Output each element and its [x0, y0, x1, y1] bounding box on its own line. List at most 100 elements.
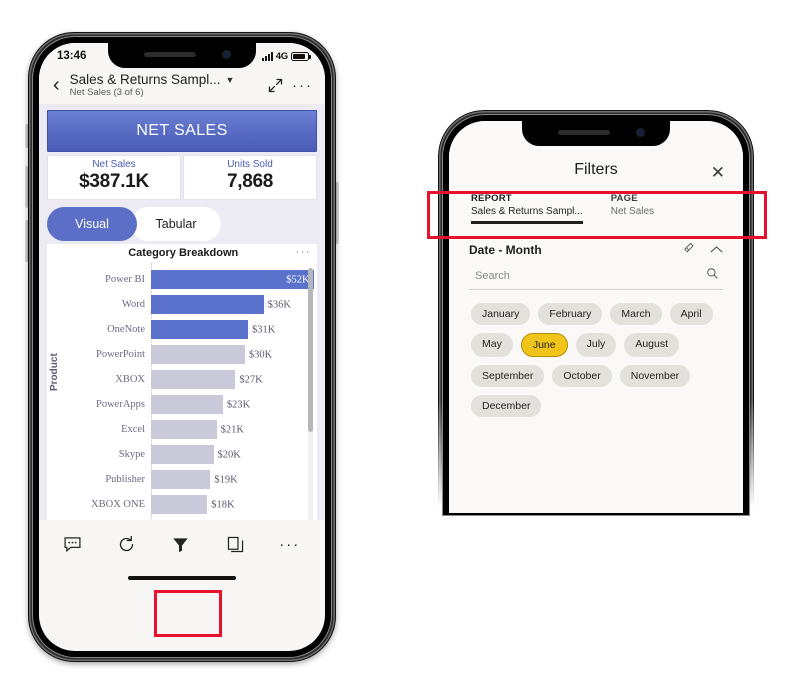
toolbar-more-icon[interactable]: ···	[270, 529, 312, 559]
month-chip[interactable]: May	[471, 333, 513, 358]
bar-category-label: Publisher	[105, 474, 145, 485]
scope-active-underline	[471, 221, 583, 224]
month-chip[interactable]: February	[538, 303, 603, 326]
bar-row[interactable]: XBOX $27K	[63, 367, 317, 392]
month-chip-list: January February March April May June July Augu…	[469, 290, 723, 418]
kpi-row: Net Sales $387.1K Units Sold 7,868	[47, 155, 317, 200]
pages-icon[interactable]	[215, 529, 255, 559]
bar-row[interactable]: Word $36K	[63, 292, 317, 317]
power-button[interactable]	[336, 182, 339, 244]
filter-card-actions	[683, 241, 723, 259]
bar[interactable]: $30K	[151, 345, 272, 364]
earpiece-speaker	[144, 52, 196, 57]
close-icon[interactable]: ✕	[711, 164, 725, 181]
bar-value-label: $20K	[217, 449, 241, 460]
bar-value-label: $30K	[248, 349, 273, 360]
report-more-icon[interactable]: ···	[292, 77, 315, 94]
tab-tabular[interactable]: Tabular	[131, 207, 221, 241]
month-chip[interactable]: August	[624, 333, 680, 358]
month-chip[interactable]: March	[610, 303, 662, 326]
bar-category-label: XBOX ONE	[91, 499, 145, 510]
kpi-card-units-sold[interactable]: Units Sold 7,868	[183, 155, 317, 200]
filter-card-title: Date - Month	[469, 243, 542, 257]
comment-icon[interactable]	[52, 529, 92, 559]
network-label: 4G	[275, 50, 288, 62]
bar-row[interactable]: Power BI $52K	[63, 267, 317, 292]
bar-value-label: $27K	[239, 374, 263, 385]
phone-screen: 13:46 4G ‹ Sales & Returns Sampl... ▼ Ne…	[39, 43, 325, 651]
chevron-up-icon[interactable]	[710, 241, 723, 259]
volume-up-button[interactable]	[25, 166, 28, 208]
tab-visual[interactable]: Visual	[47, 207, 137, 241]
filter-funnel-icon[interactable]	[161, 529, 201, 559]
filters-screen: Filters ✕ REPORT Sales & Returns Sampl..…	[449, 121, 743, 513]
search-input[interactable]: Search	[475, 270, 510, 282]
bar-category-label: Skype	[118, 449, 145, 460]
volume-down-button[interactable]	[25, 220, 28, 262]
bar[interactable]: $21K	[151, 420, 244, 439]
bar-row[interactable]: XBOX ONE $18K	[63, 492, 317, 517]
bar-value-label: $19K	[214, 474, 238, 485]
bar-row[interactable]: Excel $21K	[63, 417, 317, 442]
bar-row[interactable]: OneNote $31K	[63, 317, 317, 342]
scope-tab-report[interactable]: REPORT Sales & Returns Sampl...	[471, 193, 583, 231]
month-chip[interactable]: November	[619, 365, 691, 388]
bar-track: $31K	[151, 317, 317, 342]
earpiece-speaker	[558, 130, 610, 135]
eraser-icon[interactable]	[683, 241, 696, 259]
back-button[interactable]: ‹	[49, 75, 64, 95]
month-chip[interactable]: October	[552, 365, 612, 388]
bar[interactable]: $18K	[151, 495, 235, 514]
bar-category-label: PowerApps	[96, 399, 145, 410]
search-icon[interactable]	[706, 267, 719, 285]
visual-vertical-scrollbar[interactable]	[308, 268, 313, 536]
status-time: 13:46	[57, 50, 87, 62]
bar[interactable]: $23K	[151, 395, 250, 414]
bar-row[interactable]: PowerApps $23K	[63, 392, 317, 417]
bar[interactable]: $36K	[151, 295, 291, 314]
bar-value-label: $36K	[267, 299, 291, 310]
phone-report-view: 13:46 4G ‹ Sales & Returns Sampl... ▼ Ne…	[25, 32, 339, 662]
bar-row[interactable]: Publisher $19K	[63, 467, 317, 492]
bar-row[interactable]: PowerPoint $30K	[63, 342, 317, 367]
bar-track: $21K	[151, 417, 317, 442]
filter-search[interactable]: Search	[469, 267, 723, 290]
bar[interactable]: $52K	[151, 270, 314, 289]
home-indicator	[128, 576, 236, 580]
chevron-down-icon[interactable]: ▼	[226, 75, 235, 85]
report-title-bar: ‹ Sales & Returns Sampl... ▼ Net Sales (…	[39, 69, 325, 104]
bar[interactable]: $31K	[151, 320, 275, 339]
month-chip[interactable]: July	[575, 333, 617, 358]
bar-value-label: $31K	[251, 324, 276, 335]
refresh-icon[interactable]	[107, 529, 147, 559]
month-chip[interactable]: January	[471, 303, 531, 326]
mute-switch[interactable]	[25, 124, 28, 148]
visual-more-icon[interactable]: ···	[296, 247, 312, 258]
report-title-block[interactable]: Sales & Returns Sampl... ▼ Net Sales (3 …	[68, 72, 258, 98]
bar-value-label: $23K	[226, 399, 251, 410]
month-chip[interactable]: September	[471, 365, 545, 388]
bar-row[interactable]: Skype $20K	[63, 442, 317, 467]
signal-bars-icon	[261, 51, 273, 61]
bar-track: $36K	[151, 292, 317, 317]
month-chip[interactable]: April	[669, 303, 713, 326]
month-chip[interactable]: December	[471, 395, 542, 418]
report-page-subtitle: Net Sales (3 of 6)	[69, 87, 144, 98]
visual-title: Category Breakdown	[128, 247, 239, 259]
kpi-label: Units Sold	[227, 159, 273, 170]
bar-category-label: XBOX	[115, 374, 145, 385]
kpi-value: 7,868	[226, 171, 274, 192]
bar[interactable]: $19K	[151, 470, 238, 489]
bar[interactable]: $27K	[151, 370, 263, 389]
bar[interactable]: $20K	[151, 445, 241, 464]
scope-tab-page[interactable]: PAGE Net Sales	[611, 193, 654, 231]
filters-title: Filters	[574, 161, 618, 178]
category-breakdown-visual: Category Breakdown ··· Product Power BI $…	[47, 244, 317, 566]
bar-track: $52K	[151, 267, 317, 292]
bar-track: $20K	[151, 442, 317, 467]
battery-icon	[291, 51, 311, 61]
expand-arrows-icon[interactable]	[262, 77, 288, 94]
kpi-card-net-sales[interactable]: Net Sales $387.1K	[47, 155, 181, 200]
month-chip[interactable]: June	[520, 333, 568, 358]
front-camera-icon	[223, 51, 230, 58]
